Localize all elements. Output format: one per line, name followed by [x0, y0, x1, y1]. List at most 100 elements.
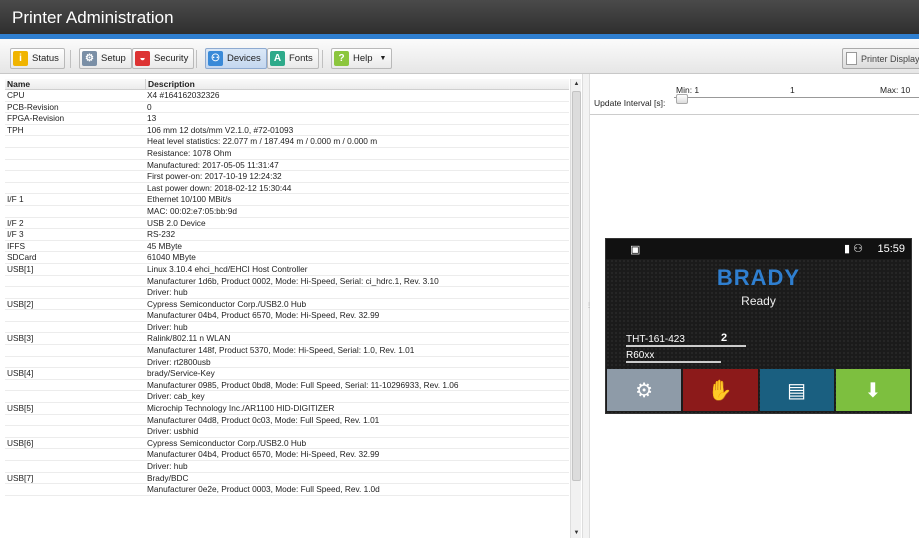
table-row[interactable]: Driver: cab_key [5, 391, 569, 404]
table-row[interactable]: USB[7] Brady/BDC [5, 473, 569, 485]
fonts-button[interactable]: A Fonts [267, 48, 319, 69]
cell-name: SDCard [7, 252, 37, 263]
table-row[interactable]: Driver: hub [5, 287, 569, 299]
devices-button[interactable]: ⚇ Devices [205, 48, 267, 69]
network-icon: ▮ ⚇ [844, 243, 863, 255]
cell-description: Linux 3.10.4 ehci_hcd/EHCI Host Controll… [147, 263, 308, 274]
table-row[interactable]: MAC: 00:02:e7:05:bb:9d [5, 206, 569, 218]
cell-description: Driver: hub [147, 287, 188, 298]
cell-name: USB[1] [7, 263, 34, 274]
table-row[interactable]: USB[5] Microchip Technology Inc./AR1100 H… [5, 403, 569, 415]
table-row[interactable]: TPH 106 mm 12 dots/mm V2.1.0, #72-01093 [5, 125, 569, 137]
update-interval-control: Min: 1 1 Max: 10 Update Interval [s]: [590, 74, 919, 115]
cell-name: USB[5] [7, 403, 34, 414]
cell-description: Manufacturer 0985, Product 0bd8, Mode: F… [147, 379, 459, 390]
column-header-name[interactable]: Name [7, 79, 30, 89]
printer-status-icon: ▣ [630, 244, 641, 256]
table-row[interactable]: Heat level statistics: 22.077 m / 187.49… [5, 136, 569, 148]
devices-button-label: Devices [227, 53, 261, 64]
table-row[interactable]: USB[4] brady/Service-Key [5, 368, 569, 380]
screen-buttons: ⚙ ✋ ▤ ⬇ [606, 369, 911, 411]
table-row[interactable]: Driver: rt2800usb [5, 357, 569, 369]
table-row[interactable]: Driver: hub [5, 461, 569, 473]
cell-name: TPH [7, 124, 24, 135]
table-row[interactable]: Manufacturer 148f, Product 5370, Mode: H… [5, 345, 569, 357]
setup-button-label: Setup [101, 53, 126, 64]
cell-name: I/F 2 [7, 217, 24, 228]
stop-tile-icon[interactable]: ✋ [683, 369, 758, 411]
table-row[interactable]: Manufacturer 0985, Product 0bd8, Mode: F… [5, 380, 569, 392]
table-row[interactable]: Manufacturer 0e2e, Product 0003, Mode: F… [5, 484, 569, 496]
cell-description: Manufacturer 04d8, Product 0c03, Mode: F… [147, 414, 380, 425]
cell-description: 0 [147, 101, 152, 112]
table-row[interactable]: Resistance: 1078 Ohm [5, 148, 569, 160]
settings-tile-icon[interactable]: ⚙ [607, 369, 682, 411]
table-row[interactable]: SDCard 61040 MByte [5, 252, 569, 264]
table-row[interactable]: USB[3] Ralink/802.11 n WLAN [5, 333, 569, 346]
cell-description: Last power down: 2018-02-12 15:30:44 [147, 182, 292, 193]
slider-track[interactable] [674, 97, 919, 98]
panel-splitter[interactable]: ⋮ [582, 74, 592, 538]
table-row[interactable]: I/F 3 RS-232 [5, 229, 569, 241]
cell-description: Manufacturer 0e2e, Product 0003, Mode: F… [147, 484, 380, 495]
table-row[interactable]: Manufactured: 2017-05-05 11:31:47 [5, 160, 569, 172]
table-row[interactable]: Last power down: 2018-02-12 15:30:44 [5, 183, 569, 195]
devices-icon: ⚇ [208, 51, 223, 66]
security-button[interactable]: ◒ Security [132, 48, 195, 69]
printer-display-button[interactable]: Printer Display [842, 48, 919, 69]
download-tile-icon[interactable]: ⬇ [835, 369, 910, 411]
table-row[interactable]: Driver: usbhid [5, 426, 569, 438]
table-row[interactable]: PCB-Revision 0 [5, 102, 569, 114]
scrollbar-thumb[interactable] [572, 91, 581, 481]
status-button[interactable]: i Status [10, 48, 65, 69]
table-row[interactable]: USB[1] Linux 3.10.4 ehci_hcd/EHCI Host Co… [5, 264, 569, 276]
slider-handle[interactable] [676, 94, 688, 104]
table-row[interactable]: IFFS 45 MByte [5, 241, 569, 253]
feed-tile-icon[interactable]: ▤ [759, 369, 834, 411]
cell-description: First power-on: 2017-10-19 12:24:32 [147, 171, 282, 182]
cell-description: Manufacturer 04b4, Product 6570, Mode: H… [147, 310, 380, 321]
shield-icon: ◒ [135, 51, 150, 66]
table-row[interactable]: Manufacturer 04b4, Product 6570, Mode: H… [5, 310, 569, 322]
column-header-description[interactable]: Description [145, 79, 195, 90]
scroll-up-icon[interactable]: ▲ [571, 79, 581, 89]
help-button[interactable]: ? Help ▼ [331, 48, 393, 69]
scroll-down-icon[interactable]: ▼ [571, 528, 581, 538]
cell-description: 13 [147, 113, 157, 124]
cell-name: USB[2] [7, 298, 34, 309]
table-row[interactable]: CPU X4 #164162032326 [5, 90, 569, 102]
setup-button[interactable]: ⚙ Setup [79, 48, 132, 69]
cell-name: PCB-Revision [7, 101, 59, 112]
table-header: Name Description [5, 79, 569, 90]
table-row[interactable]: USB[2] Cypress Semiconductor Corp./USB2.0… [5, 299, 569, 311]
table-row[interactable]: I/F 1 Ethernet 10/100 MBit/s [5, 194, 569, 206]
table-row[interactable]: First power-on: 2017-10-19 12:24:32 [5, 171, 569, 183]
table-row[interactable]: Manufacturer 1d6b, Product 0002, Mode: H… [5, 276, 569, 288]
label-level-bar [626, 345, 746, 347]
security-button-label: Security [154, 53, 189, 64]
table-row[interactable]: I/F 2 USB 2.0 Device [5, 218, 569, 230]
ribbon-level-bar [626, 361, 721, 363]
cell-name: I/F 1 [7, 194, 24, 205]
vertical-scrollbar[interactable]: ▲ ▼ [570, 79, 581, 538]
cell-description: Manufactured: 2017-05-05 11:31:47 [147, 159, 279, 170]
cell-description: Brady/BDC [147, 472, 189, 483]
table-row[interactable]: Manufacturer 04d8, Product 0c03, Mode: F… [5, 415, 569, 427]
cell-description: Driver: hub [147, 461, 188, 471]
table-row[interactable]: USB[6] Cypress Semiconductor Corp./USB2.0… [5, 438, 569, 450]
table-row[interactable]: FPGA-Revision 13 [5, 113, 569, 125]
table-row[interactable]: Driver: hub [5, 322, 569, 334]
table-row[interactable]: Manufacturer 04b4, Product 6570, Mode: H… [5, 449, 569, 461]
chevron-down-icon: ▼ [379, 55, 387, 62]
cell-description: Ethernet 10/100 MBit/s [147, 194, 232, 205]
help-button-label: Help [353, 53, 373, 64]
cell-description: Cypress Semiconductor Corp./USB2.0 Hub [147, 298, 307, 309]
cell-name: CPU [7, 90, 25, 100]
cell-description: Ralink/802.11 n WLAN [147, 333, 231, 344]
cell-description: brady/Service-Key [147, 368, 215, 379]
cell-description: Driver: rt2800usb [147, 356, 211, 367]
printer-screen: ▣ ▮ ⚇ 15:59 BRADY Ready THT-161-423 2 R6… [605, 238, 912, 414]
toolbar-separator [322, 50, 323, 68]
cell-description: Manufacturer 148f, Product 5370, Mode: H… [147, 345, 415, 356]
cell-description: Manufacturer 04b4, Product 6570, Mode: H… [147, 449, 380, 460]
